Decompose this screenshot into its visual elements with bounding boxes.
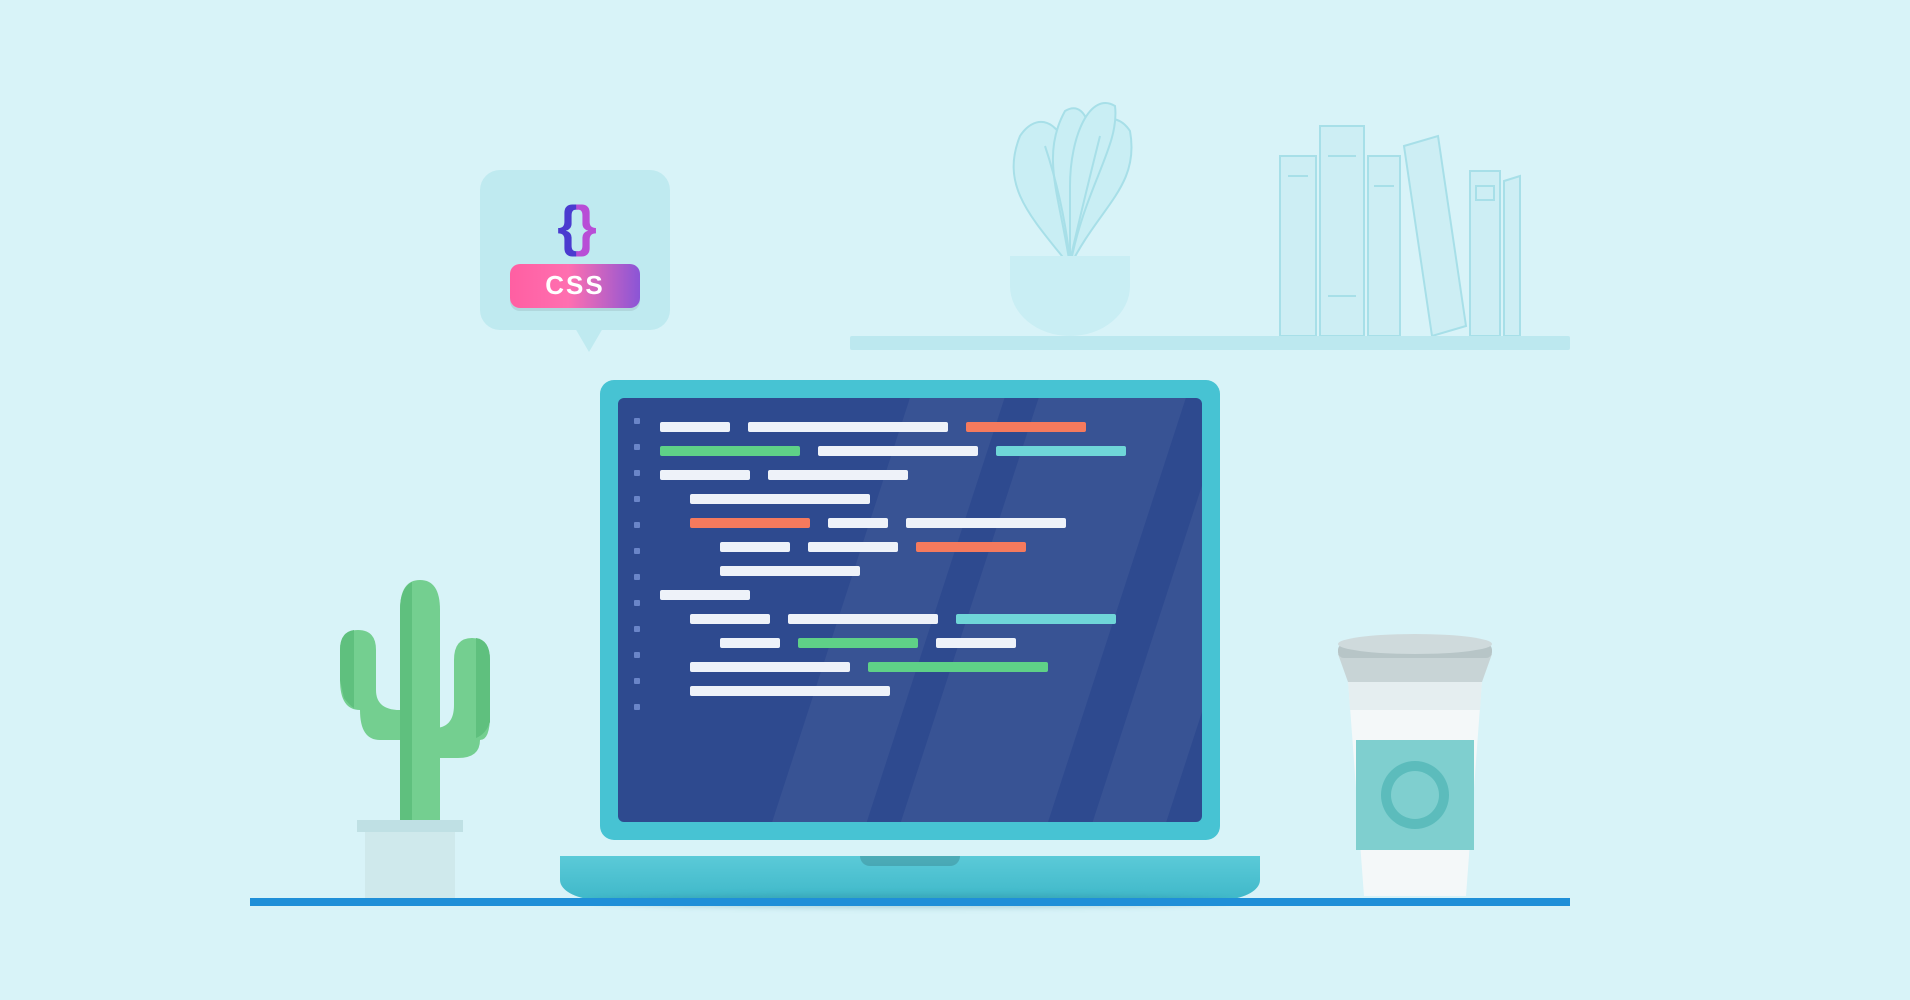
laptop-notch xyxy=(860,856,960,866)
illustration-scene: {} CSS xyxy=(0,0,1910,1000)
plant-pot-icon xyxy=(1010,256,1130,336)
potted-plant-icon xyxy=(970,76,1170,336)
css-speech-bubble: {} CSS xyxy=(480,170,670,330)
code-segment xyxy=(748,422,948,432)
code-line xyxy=(690,614,1174,624)
code-segment xyxy=(720,542,790,552)
code-segment xyxy=(720,566,860,576)
code-segment xyxy=(660,422,730,432)
code-line xyxy=(720,542,1174,552)
code-segment xyxy=(808,542,898,552)
code-segment xyxy=(768,470,908,480)
shelf xyxy=(850,50,1570,350)
code-line xyxy=(720,566,1174,576)
plant-leaves-icon xyxy=(970,76,1170,266)
code-segment xyxy=(690,614,770,624)
shelf-board xyxy=(850,336,1570,350)
code-segment xyxy=(818,446,978,456)
code-segment xyxy=(690,518,810,528)
brace-right: } xyxy=(575,194,593,257)
css-badge: CSS xyxy=(510,264,640,308)
code-line xyxy=(690,494,1174,504)
code-segment xyxy=(660,470,750,480)
code-segment xyxy=(868,662,1048,672)
editor-gutter xyxy=(634,418,648,802)
code-segment xyxy=(956,614,1116,624)
code-line xyxy=(660,446,1174,456)
code-segment xyxy=(690,494,870,504)
code-editor-content xyxy=(660,422,1174,696)
code-line xyxy=(660,422,1174,432)
cactus-icon xyxy=(330,540,490,900)
code-line xyxy=(690,686,1174,696)
code-segment xyxy=(916,542,1026,552)
code-segment xyxy=(936,638,1016,648)
code-line xyxy=(720,638,1174,648)
books-icon xyxy=(1270,116,1530,336)
code-segment xyxy=(690,662,850,672)
brace-left: { xyxy=(557,194,575,257)
code-line xyxy=(660,590,1174,600)
code-line xyxy=(690,518,1174,528)
coffee-cup-icon xyxy=(1330,620,1500,900)
code-line xyxy=(690,662,1174,672)
curly-braces-icon: {} xyxy=(557,193,593,258)
code-segment xyxy=(788,614,938,624)
code-line xyxy=(660,470,1174,480)
code-segment xyxy=(720,638,780,648)
code-segment xyxy=(966,422,1086,432)
desk-surface xyxy=(250,898,1570,906)
cactus-pot xyxy=(365,820,455,900)
laptop-icon xyxy=(560,380,1260,900)
code-segment xyxy=(828,518,888,528)
laptop-screen xyxy=(618,398,1202,822)
code-segment xyxy=(660,446,800,456)
laptop-screen-frame xyxy=(600,380,1220,840)
code-segment xyxy=(660,590,750,600)
code-segment xyxy=(996,446,1126,456)
code-segment xyxy=(690,686,890,696)
code-segment xyxy=(798,638,918,648)
code-segment xyxy=(906,518,1066,528)
